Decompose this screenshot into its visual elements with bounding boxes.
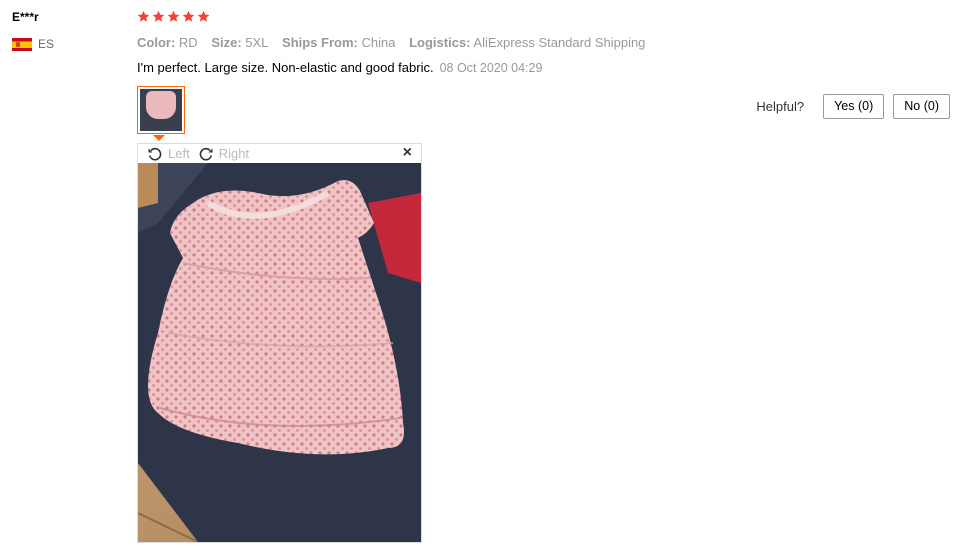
star-icon (137, 10, 150, 22)
dress-photo-illustration (138, 163, 421, 542)
order-specs: Color: RD Size: 5XL Ships From: China Lo… (137, 35, 655, 50)
spec-label: Size: (211, 35, 242, 50)
star-icon (152, 10, 165, 22)
star-rating (137, 10, 210, 23)
spec-value: 5XL (245, 35, 269, 50)
review-body: I'm perfect. Large size. Non-elastic and… (137, 60, 542, 75)
helpful-votes: Helpful? Yes (0) No (0) (756, 94, 950, 119)
review-text: I'm perfect. Large size. Non-elastic and… (137, 60, 434, 75)
thumbnail-dress (146, 91, 176, 119)
review-photo-thumbnail[interactable] (137, 86, 185, 134)
spec-size: Size: 5XL (211, 35, 268, 50)
spec-label: Color: (137, 35, 176, 50)
photo-viewer: Left Right × (137, 143, 422, 543)
rotate-right-button[interactable]: Right (198, 146, 249, 162)
reviewer-name: E***r (12, 10, 39, 24)
star-icon (167, 10, 180, 22)
rotate-left-button[interactable]: Left (147, 146, 190, 162)
spec-value: China (361, 35, 396, 50)
rotate-right-label: Right (218, 146, 250, 161)
spec-label: Logistics: (409, 35, 471, 50)
rotate-right-icon (199, 147, 213, 161)
thumbnail-image (140, 89, 182, 131)
star-icon (197, 10, 210, 22)
thumbnail-selected-indicator (153, 135, 165, 141)
helpful-label: Helpful? (756, 99, 805, 114)
spain-flag-icon (12, 37, 32, 51)
rotate-left-icon (148, 147, 162, 161)
spec-value: AliExpress Standard Shipping (473, 35, 646, 50)
star-icon (182, 10, 195, 22)
spec-ships-from: Ships From: China (282, 35, 395, 50)
spec-color: Color: RD (137, 35, 198, 50)
spec-logistics: Logistics: AliExpress Standard Shipping (409, 35, 645, 50)
review-photo (138, 163, 421, 542)
spec-label: Ships From: (282, 35, 358, 50)
reviewer-country: ES (12, 37, 54, 51)
helpful-yes-button[interactable]: Yes (0) (823, 94, 885, 119)
spec-value: RD (178, 35, 198, 50)
rotate-left-label: Left (168, 146, 190, 161)
review-date: 08 Oct 2020 04:29 (439, 61, 543, 75)
viewer-toolbar: Left Right × (138, 144, 421, 163)
country-code: ES (38, 37, 55, 51)
close-icon[interactable]: × (403, 144, 412, 162)
helpful-no-button[interactable]: No (0) (893, 94, 950, 119)
